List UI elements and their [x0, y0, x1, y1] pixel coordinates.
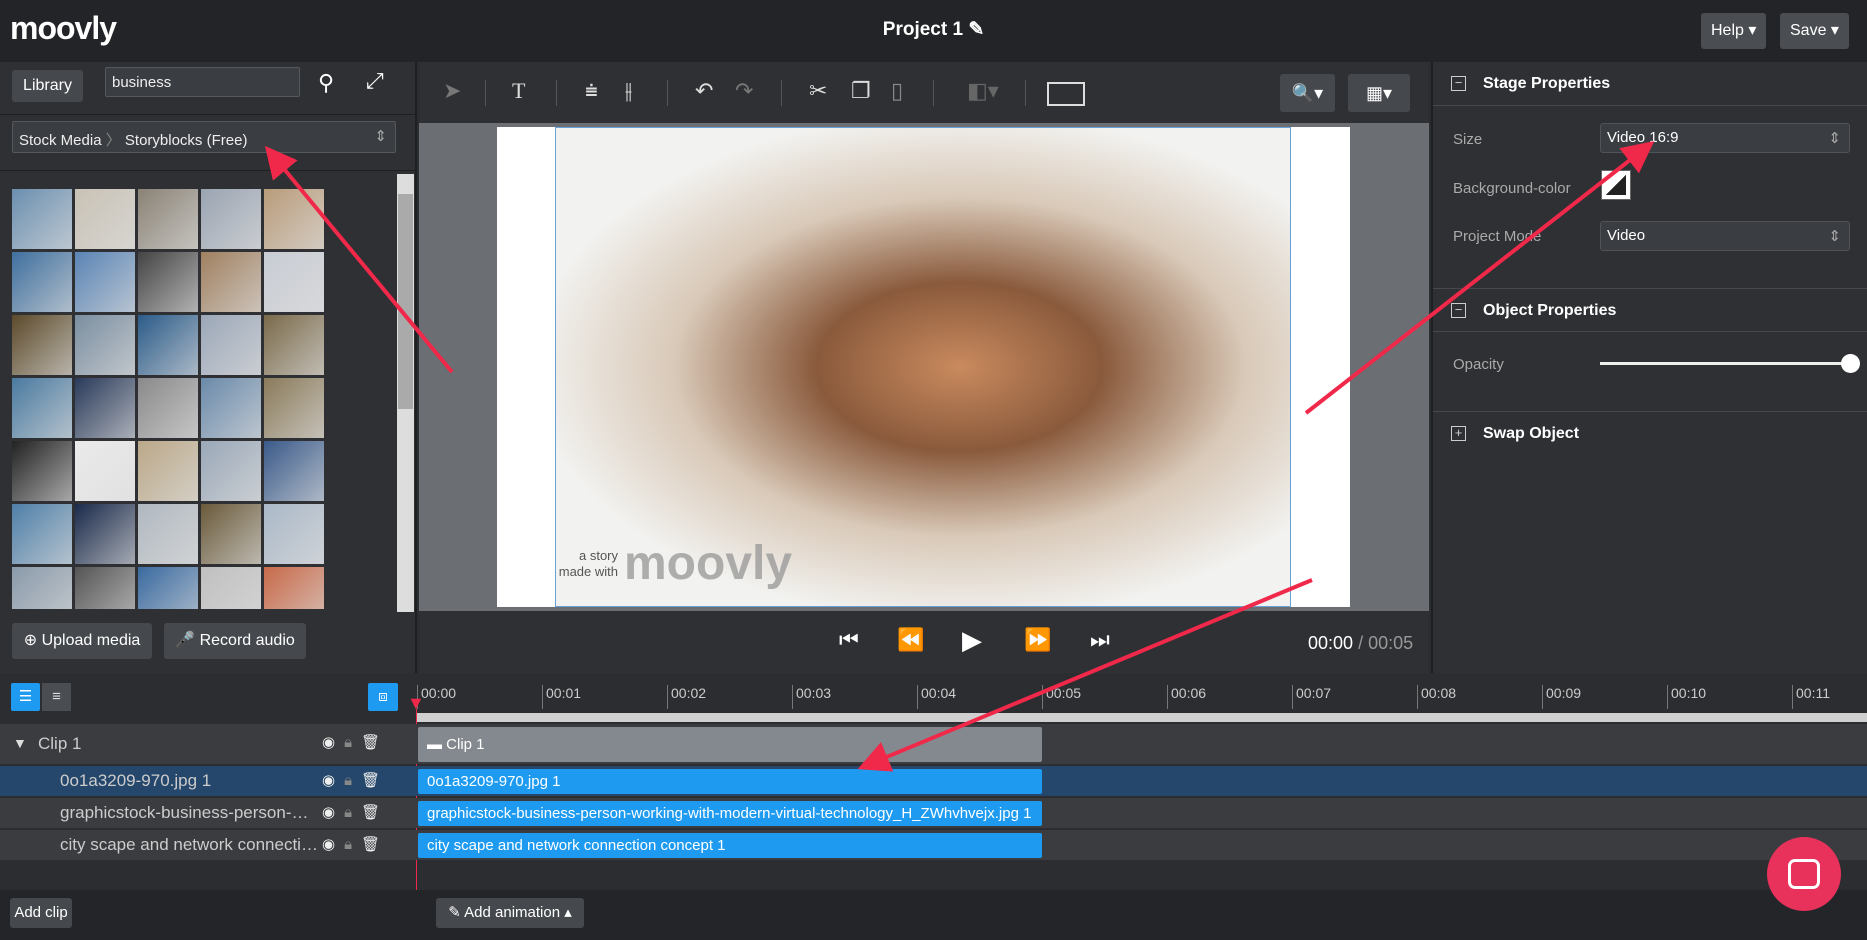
annotation-arrow — [264, 145, 454, 374]
annotation-arrow — [1304, 141, 1655, 415]
annotation-arrows — [264, 141, 1655, 772]
annotation-arrow — [857, 578, 1313, 772]
